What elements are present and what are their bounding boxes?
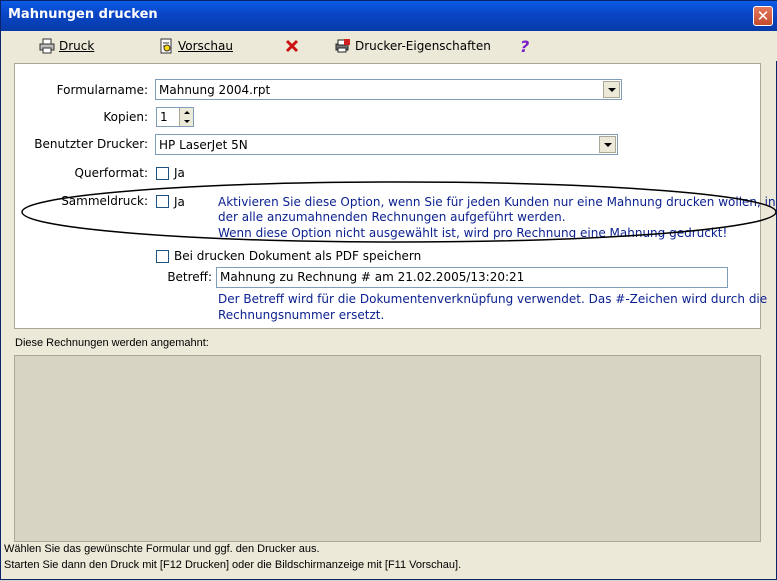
querformat-label: Querformat: — [74, 166, 148, 180]
help-icon: ? — [520, 36, 530, 56]
printer-properties-button[interactable]: Drucker-Eigenschaften — [335, 37, 491, 55]
sammeldruck-hint-line-2: der alle anzumahnenden Rechnungen aufgef… — [218, 210, 566, 224]
drucker-label: Benutzter Drucker: — [34, 137, 148, 151]
stepper-down-icon[interactable] — [179, 117, 193, 126]
drucker-value: HP LaserJet 5N — [159, 137, 248, 152]
preview-icon — [158, 38, 174, 54]
pdf-checkbox[interactable] — [156, 250, 169, 263]
print-button[interactable]: Druck — [39, 37, 94, 55]
sammeldruck-label: Sammeldruck: — [61, 194, 148, 208]
betreff-hint-line-1: Der Betreff wird für die Dokumentenverkn… — [218, 292, 768, 306]
printer-properties-label: Drucker-Eigenschaften — [355, 39, 491, 53]
kopien-stepper[interactable]: 1 — [156, 107, 194, 127]
betreff-label: Betreff: — [167, 270, 212, 284]
status-line-2: Starten Sie dann den Druck mit [F12 Druc… — [4, 559, 462, 571]
formularname-dropdown[interactable]: Mahnung 2004.rpt — [155, 79, 622, 100]
reminder-invoices-list[interactable] — [14, 355, 761, 542]
formularname-label: Formularname: — [56, 83, 148, 97]
printer-icon — [39, 38, 55, 54]
drucker-dropdown[interactable]: HP LaserJet 5N — [155, 134, 618, 155]
cancel-button[interactable] — [284, 37, 300, 55]
chevron-down-icon[interactable] — [599, 136, 616, 153]
status-line-1: Wählen Sie das gewünschte Formular und g… — [4, 543, 320, 555]
help-button[interactable]: ? — [520, 36, 530, 56]
chevron-down-icon[interactable] — [603, 81, 620, 98]
kopien-value: 1 — [160, 110, 168, 124]
querformat-checkbox[interactable] — [156, 167, 169, 180]
preview-button[interactable]: Vorschau — [158, 37, 233, 55]
printer-properties-icon — [335, 38, 351, 54]
print-button-label: Druck — [59, 39, 95, 53]
toolbar: Druck Vorschau Drucker-Eigenschaften ? — [1, 31, 777, 61]
preview-button-label: Vorschau — [178, 39, 233, 53]
betreff-hint-line-2: Rechnungsnummer ersetzt. — [218, 308, 385, 322]
title-bar: Mahnungen drucken ✕ — [1, 1, 777, 31]
pdf-option-label[interactable]: Bei drucken Dokument als PDF speichern — [174, 249, 421, 263]
window-title: Mahnungen drucken — [8, 7, 158, 22]
sammeldruck-option-label[interactable]: Ja — [174, 195, 185, 209]
sammeldruck-hint-line-3: Wenn diese Option nicht ausgewählt ist, … — [218, 226, 728, 240]
close-button[interactable]: ✕ — [753, 6, 773, 26]
sammeldruck-checkbox[interactable] — [156, 195, 169, 208]
list-caption: Diese Rechnungen werden angemahnt: — [15, 337, 209, 349]
close-icon: ✕ — [756, 7, 770, 25]
dialog-window: Mahnungen drucken ✕ Druck Vorschau Druck… — [0, 0, 777, 580]
cancel-x-icon — [284, 38, 300, 54]
formularname-value: Mahnung 2004.rpt — [159, 82, 271, 97]
querformat-option-label[interactable]: Ja — [174, 166, 185, 180]
kopien-label: Kopien: — [103, 110, 148, 124]
betreff-input[interactable]: Mahnung zu Rechnung # am 21.02.2005/13:2… — [216, 267, 728, 288]
sammeldruck-hint-line-1: Aktivieren Sie diese Option, wenn Sie fü… — [218, 195, 776, 209]
